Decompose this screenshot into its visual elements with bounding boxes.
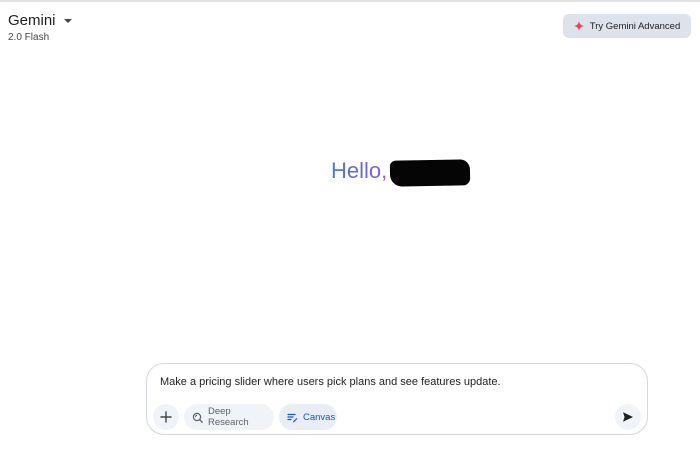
deep-research-button[interactable]: Deep Research bbox=[184, 404, 274, 430]
add-attachment-button[interactable] bbox=[153, 404, 179, 430]
prompt-composer: Make a pricing slider where users pick p… bbox=[146, 363, 648, 435]
canvas-label: Canvas bbox=[303, 411, 336, 423]
redacted-username bbox=[390, 159, 471, 187]
gemini-spark-icon bbox=[573, 21, 584, 31]
model-name: Gemini bbox=[8, 12, 56, 29]
prompt-input[interactable]: Make a pricing slider where users pick p… bbox=[160, 376, 501, 388]
dropdown-caret-icon bbox=[63, 19, 72, 23]
model-selector[interactable]: Gemini 2.0 Flash bbox=[8, 12, 72, 43]
try-gemini-advanced-button[interactable]: Try Gemini Advanced bbox=[563, 14, 691, 38]
deep-research-icon bbox=[192, 412, 203, 423]
model-version: 2.0 Flash bbox=[8, 32, 50, 43]
model-title-row: Gemini bbox=[8, 12, 72, 29]
canvas-icon bbox=[287, 412, 298, 423]
canvas-button[interactable]: Canvas bbox=[279, 404, 337, 430]
greeting: Hello, bbox=[331, 156, 471, 187]
send-icon bbox=[622, 411, 634, 423]
advanced-button-label: Try Gemini Advanced bbox=[589, 20, 681, 32]
top-divider bbox=[0, 0, 700, 2]
plus-icon bbox=[160, 411, 172, 423]
deep-research-label: Deep Research bbox=[208, 406, 249, 428]
send-button[interactable] bbox=[615, 404, 641, 430]
greeting-text: Hello, bbox=[331, 158, 388, 183]
